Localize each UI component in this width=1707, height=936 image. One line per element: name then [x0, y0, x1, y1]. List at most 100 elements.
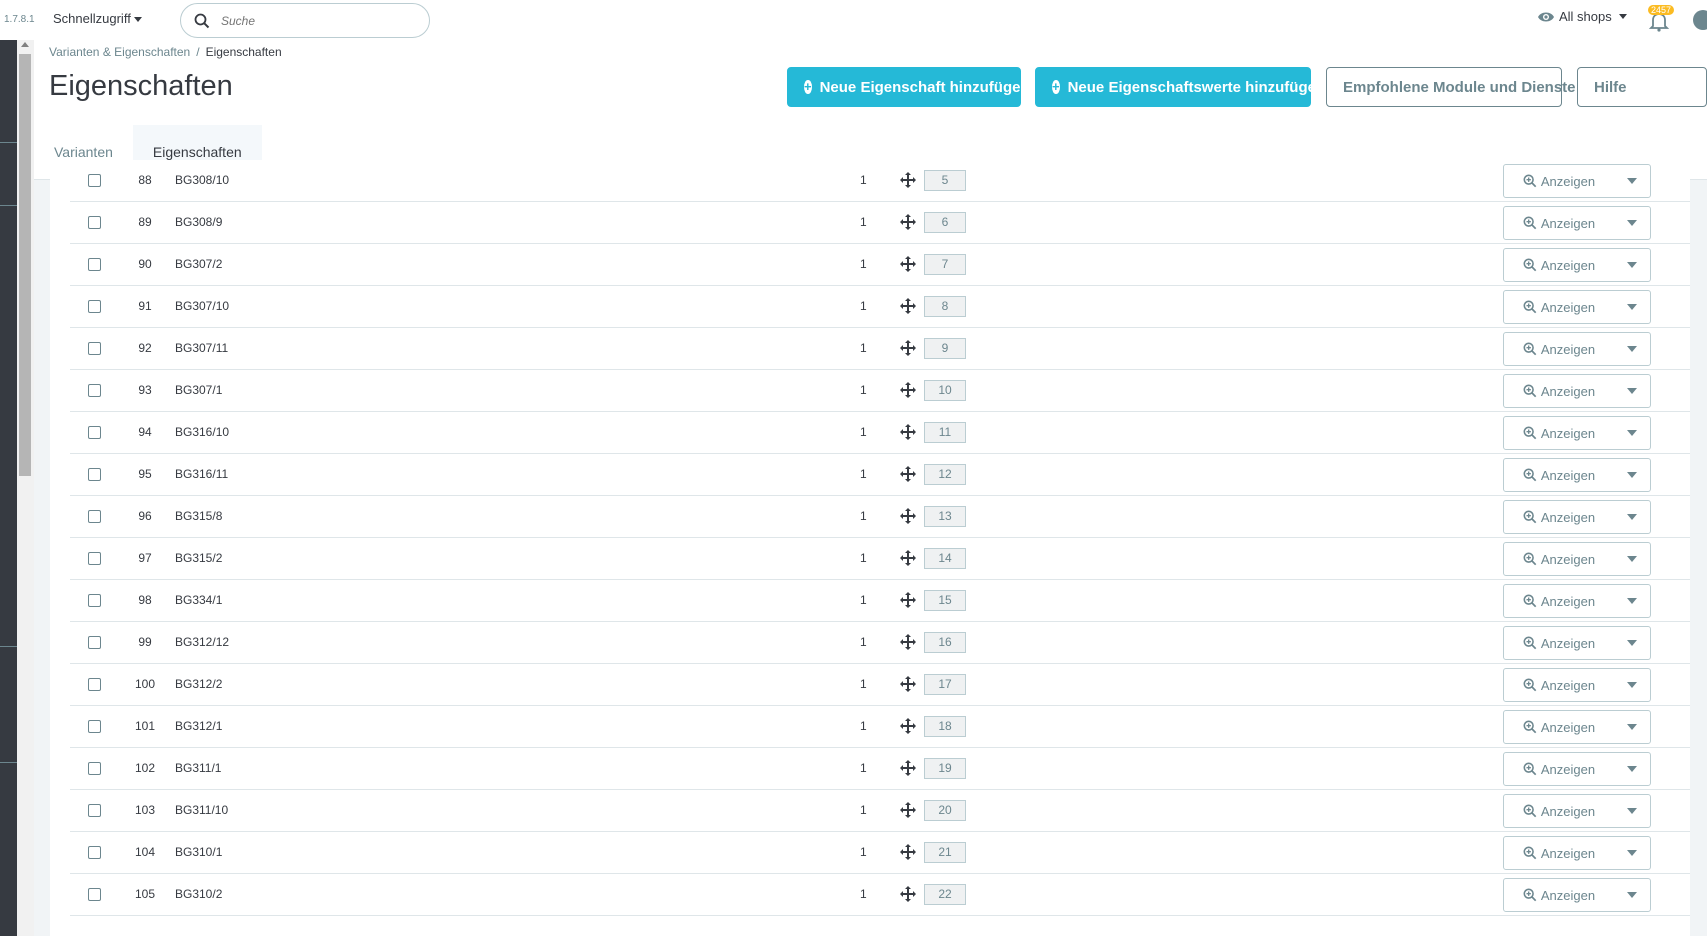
row-name: BG315/8: [175, 509, 223, 523]
help-button[interactable]: Hilfe: [1577, 67, 1707, 107]
row-id: 101: [134, 719, 156, 733]
view-button[interactable]: Anzeigen: [1504, 837, 1614, 869]
row-actions-dropdown[interactable]: [1614, 501, 1650, 533]
table-row: 91 BG307/10 1 8 Anzeigen: [70, 286, 1690, 328]
search-box[interactable]: [180, 3, 430, 38]
breadcrumb-parent-link[interactable]: Varianten & Eigenschaften: [49, 45, 190, 59]
row-checkbox[interactable]: [88, 720, 101, 733]
drag-handle-icon[interactable]: [900, 340, 916, 356]
row-actions-dropdown[interactable]: [1614, 207, 1650, 239]
row-checkbox[interactable]: [88, 804, 101, 817]
row-actions-dropdown[interactable]: [1614, 627, 1650, 659]
scroll-up-arrow-icon[interactable]: [21, 42, 29, 47]
row-checkbox[interactable]: [88, 594, 101, 607]
view-button[interactable]: Anzeigen: [1504, 627, 1614, 659]
row-checkbox[interactable]: [88, 636, 101, 649]
drag-handle-icon[interactable]: [900, 466, 916, 482]
drag-handle-icon[interactable]: [900, 844, 916, 860]
row-actions-dropdown[interactable]: [1614, 585, 1650, 617]
drag-handle-icon[interactable]: [900, 298, 916, 314]
row-checkbox[interactable]: [88, 510, 101, 523]
view-button[interactable]: Anzeigen: [1504, 879, 1614, 911]
drag-handle-icon[interactable]: [900, 382, 916, 398]
view-button[interactable]: Anzeigen: [1504, 585, 1614, 617]
caret-down-icon: [1627, 430, 1637, 436]
row-checkbox[interactable]: [88, 174, 101, 187]
view-label: Anzeigen: [1540, 845, 1596, 861]
view-button[interactable]: Anzeigen: [1504, 753, 1614, 785]
view-button[interactable]: Anzeigen: [1504, 375, 1614, 407]
search-input[interactable]: [221, 11, 411, 31]
drag-handle-icon[interactable]: [900, 172, 916, 188]
view-button[interactable]: Anzeigen: [1504, 249, 1614, 281]
row-checkbox[interactable]: [88, 552, 101, 565]
row-actions-dropdown[interactable]: [1614, 165, 1650, 197]
view-button[interactable]: Anzeigen: [1504, 711, 1614, 743]
row-checkbox[interactable]: [88, 258, 101, 271]
recommended-modules-label: Empfohlene Module und Dienste: [1343, 78, 1576, 96]
user-avatar-icon[interactable]: [1693, 10, 1707, 30]
scrollbar-thumb[interactable]: [19, 54, 31, 476]
add-feature-button[interactable]: + Neue Eigenschaft hinzufügen: [787, 67, 1030, 107]
view-button[interactable]: Anzeigen: [1504, 165, 1614, 197]
row-actions-dropdown[interactable]: [1614, 543, 1650, 575]
view-button[interactable]: Anzeigen: [1504, 501, 1614, 533]
row-checkbox[interactable]: [88, 888, 101, 901]
row-checkbox[interactable]: [88, 384, 101, 397]
row-actions-dropdown[interactable]: [1614, 711, 1650, 743]
drag-handle-icon[interactable]: [900, 592, 916, 608]
recommended-modules-button[interactable]: Empfohlene Module und Dienste: [1326, 67, 1576, 107]
row-actions-dropdown[interactable]: [1614, 795, 1650, 827]
view-button[interactable]: Anzeigen: [1504, 669, 1614, 701]
row-actions-dropdown[interactable]: [1614, 249, 1650, 281]
row-actions-dropdown[interactable]: [1614, 375, 1650, 407]
row-value-count: 1: [860, 383, 867, 397]
row-actions-dropdown[interactable]: [1614, 459, 1650, 491]
add-feature-value-button[interactable]: + Neue Eigenschaftswerte hinzufügen: [1035, 67, 1325, 107]
row-actions-dropdown[interactable]: [1614, 291, 1650, 323]
zoom-icon: [1523, 636, 1537, 650]
row-actions-dropdown[interactable]: [1614, 333, 1650, 365]
view-button[interactable]: Anzeigen: [1504, 291, 1614, 323]
row-checkbox[interactable]: [88, 426, 101, 439]
row-checkbox[interactable]: [88, 678, 101, 691]
drag-handle-icon[interactable]: [900, 256, 916, 272]
row-checkbox[interactable]: [88, 468, 101, 481]
row-actions-dropdown[interactable]: [1614, 837, 1650, 869]
shop-selector[interactable]: All shops: [1537, 9, 1627, 24]
drag-handle-icon[interactable]: [900, 676, 916, 692]
quick-access-menu[interactable]: Schnellzugriff: [53, 11, 142, 26]
drag-handle-icon[interactable]: [900, 886, 916, 902]
drag-handle-icon[interactable]: [900, 760, 916, 776]
row-checkbox[interactable]: [88, 762, 101, 775]
row-actions-dropdown[interactable]: [1614, 879, 1650, 911]
row-checkbox[interactable]: [88, 300, 101, 313]
view-button[interactable]: Anzeigen: [1504, 459, 1614, 491]
breadcrumb-current: Eigenschaften: [205, 45, 282, 59]
view-button[interactable]: Anzeigen: [1504, 417, 1614, 449]
view-button[interactable]: Anzeigen: [1504, 543, 1614, 575]
row-actions-dropdown[interactable]: [1614, 753, 1650, 785]
zoom-icon: [1523, 384, 1537, 398]
view-button[interactable]: Anzeigen: [1504, 795, 1614, 827]
row-name: BG311/10: [175, 803, 229, 817]
row-position: 22: [924, 884, 966, 905]
table-row: 89 BG308/9 1 6 Anzeigen: [70, 202, 1690, 244]
row-actions-dropdown[interactable]: [1614, 417, 1650, 449]
drag-handle-icon[interactable]: [900, 634, 916, 650]
row-name: BG308/10: [175, 173, 230, 187]
row-checkbox[interactable]: [88, 216, 101, 229]
drag-handle-icon[interactable]: [900, 550, 916, 566]
row-position: 5: [924, 170, 966, 191]
drag-handle-icon[interactable]: [900, 424, 916, 440]
view-button[interactable]: Anzeigen: [1504, 207, 1614, 239]
view-button[interactable]: Anzeigen: [1504, 333, 1614, 365]
row-value-count: 1: [860, 341, 867, 355]
drag-handle-icon[interactable]: [900, 802, 916, 818]
drag-handle-icon[interactable]: [900, 508, 916, 524]
drag-handle-icon[interactable]: [900, 214, 916, 230]
row-checkbox[interactable]: [88, 342, 101, 355]
row-checkbox[interactable]: [88, 846, 101, 859]
drag-handle-icon[interactable]: [900, 718, 916, 734]
row-actions-dropdown[interactable]: [1614, 669, 1650, 701]
